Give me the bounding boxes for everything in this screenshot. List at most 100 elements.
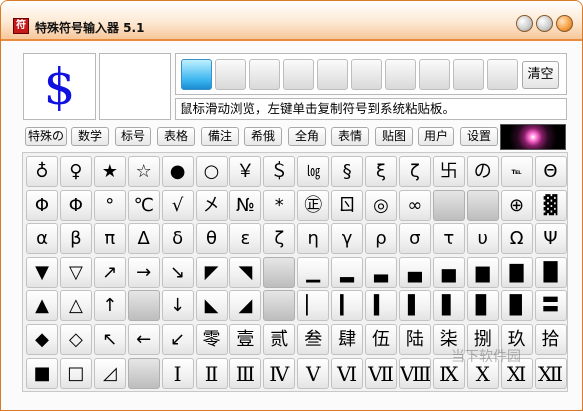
symbol-cell[interactable]: ♁ [26,156,58,187]
copy-slot[interactable] [453,59,484,90]
symbol-cell[interactable]: ξ [365,156,397,187]
symbol-cell[interactable]: △ [59,290,92,322]
tab-emoticons[interactable]: 表情 [331,127,369,146]
symbol-cell[interactable]: ∞ [398,189,431,221]
symbol-cell[interactable]: Ω [500,223,533,255]
symbol-cell[interactable]: ▁ [297,256,330,288]
symbol-cell-empty[interactable] [127,290,160,322]
symbol-cell[interactable]: θ [195,223,228,255]
tab-settings[interactable]: 设置 [460,127,498,146]
symbol-cell-empty[interactable] [466,189,499,221]
maximize-button[interactable] [536,15,553,32]
symbol-cell[interactable]: 㐅 [195,189,228,221]
symbol-cell[interactable]: Φ [26,189,58,221]
symbol-cell[interactable]: Ⅷ [398,357,431,389]
symbol-cell[interactable]: ↗ [93,256,126,288]
symbol-cell[interactable]: ◣ [195,290,228,322]
copy-slot[interactable] [487,59,518,90]
symbol-cell[interactable]: □ [59,357,92,389]
copy-slot[interactable] [317,59,348,90]
symbol-cell[interactable]: █ [534,256,567,288]
tab-stickers[interactable]: 贴图 [375,127,413,146]
symbol-cell[interactable]: ▎ [331,290,364,322]
symbol-cell[interactable]: ◢ [229,290,262,322]
symbol-cell[interactable]: α [26,223,58,255]
symbol-cell[interactable]: 肆 [331,324,364,355]
copy-slot[interactable] [419,59,450,90]
symbol-cell[interactable]: τ [432,223,465,255]
symbol-cell[interactable]: 贰 [263,324,296,355]
tab-fullwidth[interactable]: 全角 [288,127,326,146]
symbol-cell[interactable]: Φ [59,189,92,221]
close-button[interactable] [556,15,573,32]
symbol-cell[interactable]: * [263,189,296,221]
symbol-cell[interactable]: ↙ [161,324,194,355]
symbol-cell[interactable]: 零 [195,324,228,355]
symbol-cell[interactable]: Ⅳ [263,357,296,389]
tab-numbering[interactable]: 标号 [115,127,151,146]
symbol-cell[interactable]: ◎ [365,189,397,221]
symbol-cell[interactable]: η [297,223,330,255]
symbol-cell[interactable]: ＄ [263,156,296,187]
symbol-cell-empty[interactable] [127,357,160,389]
symbol-cell[interactable]: 陆 [398,324,431,355]
symbol-cell[interactable]: ▽ [59,256,92,288]
symbol-cell[interactable]: ⊕ [500,189,533,221]
symbol-cell[interactable]: δ [161,223,194,255]
symbol-cell[interactable]: ▼ [26,256,58,288]
symbol-cell[interactable]: ▋ [432,290,465,322]
symbol-cell[interactable]: ◇ [59,324,92,355]
tab-math[interactable]: 数学 [71,127,109,146]
tab-special[interactable]: 特殊の [25,127,67,146]
symbol-cell[interactable]: ■ [26,357,58,389]
symbol-cell[interactable]: ° [93,189,126,221]
symbol-cell[interactable]: ↖ [93,324,126,355]
symbol-cell[interactable]: ▇ [500,256,533,288]
symbol-cell[interactable]: 伍 [365,324,397,355]
symbol-cell[interactable]: Ⅻ [534,357,567,389]
symbol-cell[interactable]: ◆ [26,324,58,355]
clear-button[interactable]: 清空 [522,61,559,89]
symbol-cell[interactable]: ▃ [365,256,397,288]
symbol-cell[interactable]: Ⅴ [297,357,330,389]
symbol-cell[interactable]: ㏒ [297,156,330,187]
copy-slot[interactable] [181,59,212,90]
symbol-cell[interactable]: γ [331,223,364,255]
symbol-cell[interactable]: → [127,256,160,288]
symbol-cell[interactable]: Ψ [534,223,567,255]
copy-slot[interactable] [215,59,246,90]
minimize-button[interactable] [516,15,533,32]
symbol-cell[interactable]: § [331,156,364,187]
symbol-cell[interactable]: ☆ [127,156,160,187]
symbol-cell[interactable]: ▍ [365,290,397,322]
symbol-cell[interactable]: ▄ [398,256,431,288]
copy-slot[interactable] [283,59,314,90]
symbol-cell[interactable]: Ⅲ [229,357,262,389]
symbol-cell[interactable]: ▌ [398,290,431,322]
symbol-cell[interactable]: ▂ [331,256,364,288]
symbol-cell-empty[interactable] [263,290,296,322]
symbol-cell[interactable]: ρ [365,223,397,255]
symbol-cell[interactable]: ▓ [534,189,567,221]
symbol-cell-empty[interactable] [263,256,296,288]
copy-slot[interactable] [249,59,280,90]
symbol-cell[interactable]: Δ [127,223,160,255]
tab-user[interactable]: 用户 [418,127,454,146]
symbol-cell[interactable]: υ [466,223,499,255]
copy-slot[interactable] [351,59,382,90]
symbol-cell[interactable]: √ [161,189,194,221]
symbol-cell[interactable]: 卐 [432,156,465,187]
symbol-cell[interactable]: ↑ [93,290,126,322]
symbol-cell[interactable]: Ⅱ [195,357,228,389]
symbol-cell[interactable]: ζ [263,223,296,255]
symbol-cell[interactable]: ▅ [432,256,465,288]
symbol-cell[interactable]: ◿ [93,357,126,389]
symbol-cell[interactable]: ↓ [161,290,194,322]
symbol-cell[interactable]: 壹 [229,324,262,355]
tab-table[interactable]: 表格 [157,127,195,146]
tab-greek-russian[interactable]: 希俄 [244,127,282,146]
symbol-cell[interactable]: ◤ [195,256,228,288]
symbol-cell[interactable]: ↘ [161,256,194,288]
symbol-cell[interactable]: β [59,223,92,255]
symbol-cell[interactable]: ζ [398,156,431,187]
